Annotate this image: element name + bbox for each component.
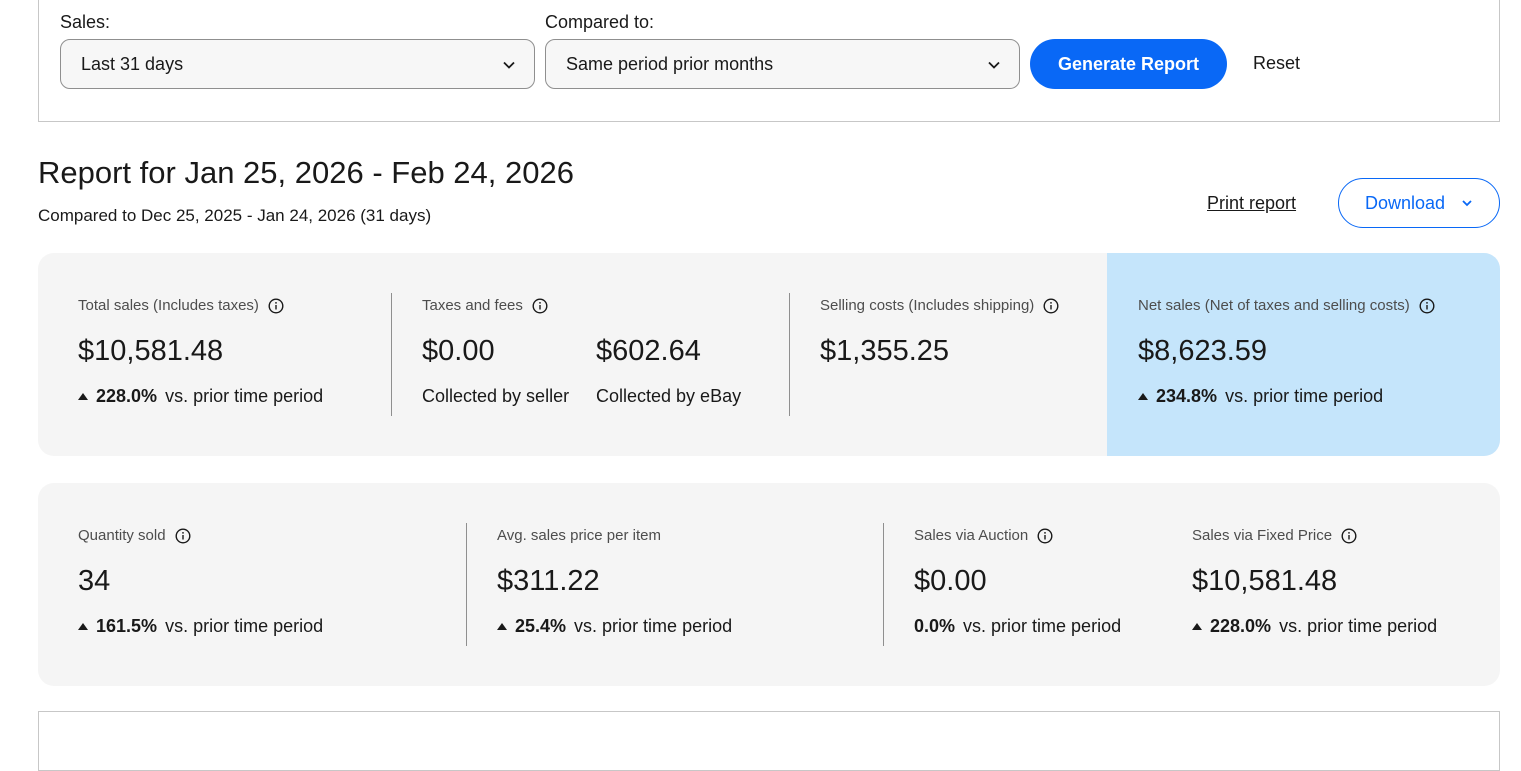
download-label: Download <box>1365 193 1446 213</box>
info-icon[interactable] <box>1037 527 1053 544</box>
info-icon[interactable] <box>1341 527 1357 544</box>
up-arrow-icon <box>78 623 88 630</box>
fixed-price-change-pct: 228.0% <box>1210 616 1272 636</box>
info-icon[interactable] <box>1043 297 1059 314</box>
quantity-label: Quantity sold <box>78 527 166 544</box>
up-arrow-icon <box>1192 623 1202 630</box>
taxes-ebay-value: $602.64 <box>596 335 701 367</box>
avg-price-change-text: vs. prior time period <box>574 616 733 636</box>
report-comparison-subtitle: Compared to Dec 25, 2025 - Jan 24, 2026 … <box>38 206 432 225</box>
chevron-down-icon <box>1462 200 1472 207</box>
summary-card: Total sales (Includes taxes) $10,581.48 … <box>38 253 1500 456</box>
quantity-change: 161.5% vs. prior time period <box>78 616 323 637</box>
sales-label: Sales: <box>60 12 111 32</box>
taxes-seller-label: Collected by seller <box>422 386 570 406</box>
details-card: Quantity sold 34 161.5% vs. prior time p… <box>38 483 1500 686</box>
avg-price-label: Avg. sales price per item <box>497 527 661 544</box>
divider <box>883 523 884 646</box>
avg-price-label-row: Avg. sales price per item <box>497 527 661 544</box>
avg-price-change-pct: 25.4% <box>515 616 567 636</box>
chevron-down-icon <box>503 61 515 69</box>
net-sales-change-pct: 234.8% <box>1156 386 1218 406</box>
info-icon[interactable] <box>532 297 548 314</box>
quantity-change-text: vs. prior time period <box>165 616 324 636</box>
taxes-seller-value: $0.00 <box>422 335 495 367</box>
info-icon[interactable] <box>1419 297 1435 314</box>
taxes-ebay-label: Collected by eBay <box>596 386 742 406</box>
auction-label-row: Sales via Auction <box>914 527 1053 544</box>
fixed-price-change: 228.0% vs. prior time period <box>1192 616 1437 637</box>
sales-period-value: Last 31 days <box>81 54 184 74</box>
divider <box>466 523 467 646</box>
quantity-label-row: Quantity sold <box>78 527 191 544</box>
chevron-down-icon <box>988 61 1000 69</box>
avg-price-change: 25.4% vs. prior time period <box>497 616 732 637</box>
net-sales-change: 234.8% vs. prior time period <box>1138 386 1383 407</box>
next-section-card <box>38 711 1500 771</box>
selling-costs-label: Selling costs (Includes shipping) <box>820 297 1035 314</box>
total-sales-label-row: Total sales (Includes taxes) <box>78 297 284 314</box>
net-sales-change-text: vs. prior time period <box>1225 386 1384 406</box>
reset-button[interactable]: Reset <box>1253 53 1300 74</box>
up-arrow-icon <box>78 393 88 400</box>
fixed-price-label: Sales via Fixed Price <box>1192 527 1333 544</box>
info-icon[interactable] <box>175 527 191 544</box>
taxes-fees-label-row: Taxes and fees <box>422 297 548 314</box>
filter-panel: Sales: Last 31 days Compared to: Same pe… <box>38 0 1500 122</box>
total-sales-change-pct: 228.0% <box>96 386 158 406</box>
quantity-change-pct: 161.5% <box>96 616 158 636</box>
print-report-link[interactable]: Print report <box>1207 193 1296 214</box>
compared-label: Compared to: <box>545 12 655 32</box>
taxes-fees-label: Taxes and fees <box>422 297 523 314</box>
total-sales-label: Total sales (Includes taxes) <box>78 297 259 314</box>
fixed-price-change-text: vs. prior time period <box>1279 616 1438 636</box>
auction-change-text: vs. prior time period <box>963 616 1122 636</box>
avg-price-value: $311.22 <box>497 565 600 597</box>
total-sales-change: 228.0% vs. prior time period <box>78 386 323 407</box>
quantity-value: 34 <box>78 565 111 597</box>
generate-report-button[interactable]: Generate Report <box>1030 39 1227 89</box>
auction-change: 0.0% vs. prior time period <box>914 616 1121 637</box>
net-sales-label: Net sales (Net of taxes and selling cost… <box>1138 297 1410 314</box>
auction-change-pct: 0.0% <box>914 616 956 636</box>
up-arrow-icon <box>1138 393 1148 400</box>
divider <box>391 293 392 416</box>
report-title: Report for Jan 25, 2026 - Feb 24, 2026 <box>38 155 574 190</box>
info-icon[interactable] <box>268 297 284 314</box>
compared-period-value: Same period prior months <box>566 54 774 74</box>
net-sales-label-row: Net sales (Net of taxes and selling cost… <box>1138 297 1435 314</box>
net-sales-value: $8,623.59 <box>1138 335 1268 367</box>
selling-costs-label-row: Selling costs (Includes shipping) <box>820 297 1059 314</box>
auction-value: $0.00 <box>914 565 987 597</box>
fixed-price-label-row: Sales via Fixed Price <box>1192 527 1357 544</box>
up-arrow-icon <box>497 623 507 630</box>
compared-period-select[interactable]: Same period prior months <box>545 39 1020 89</box>
fixed-price-value: $10,581.48 <box>1192 565 1338 597</box>
sales-period-select[interactable]: Last 31 days <box>60 39 535 89</box>
total-sales-change-text: vs. prior time period <box>165 386 324 406</box>
total-sales-value: $10,581.48 <box>78 335 224 367</box>
auction-label: Sales via Auction <box>914 527 1029 544</box>
selling-costs-value: $1,355.25 <box>820 335 950 367</box>
download-button[interactable]: Download <box>1338 178 1500 228</box>
divider <box>789 293 790 416</box>
